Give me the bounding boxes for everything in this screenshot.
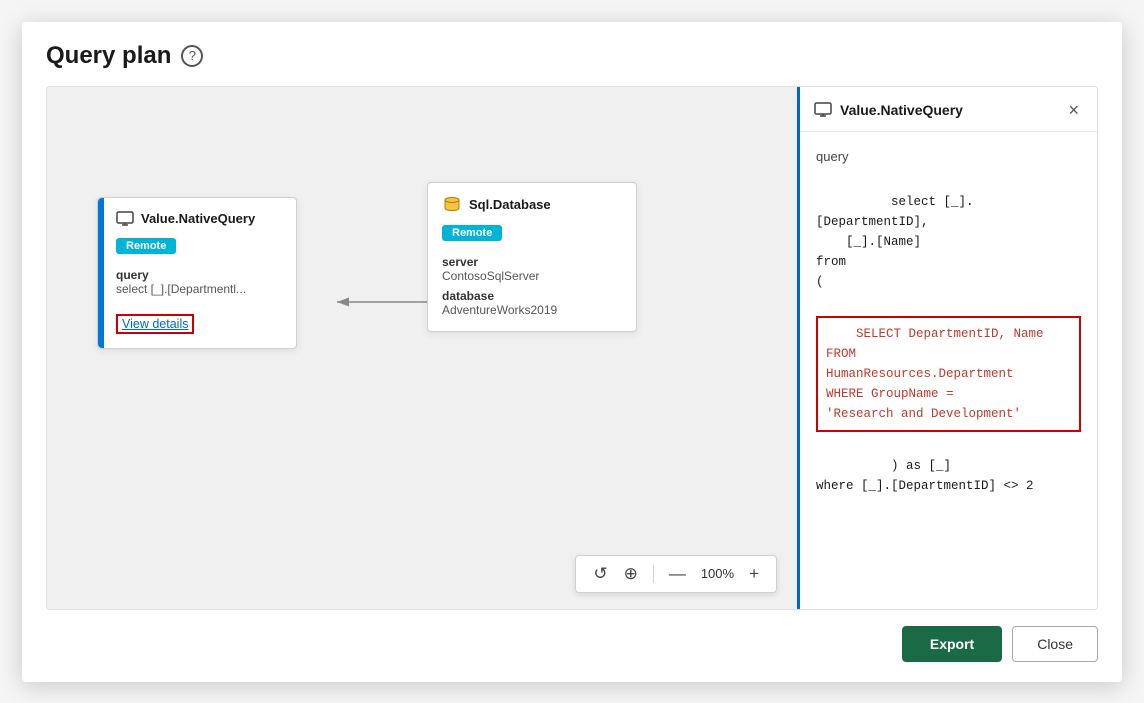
main-area: Value.NativeQuery Remote query select [_… (46, 86, 1098, 610)
move-button[interactable]: ⊕ (619, 562, 643, 586)
db-node-body: Sql.Database Remote server ContosoSqlSer… (428, 183, 636, 331)
page-title: Query plan (46, 42, 171, 70)
database-icon (442, 195, 462, 215)
query-plan-dialog: Query plan ? (22, 22, 1122, 682)
toolbar-divider (653, 565, 654, 583)
zoom-level: 100% (697, 566, 738, 581)
detail-panel-title-row: Value.NativeQuery (814, 101, 963, 119)
native-query-node: Value.NativeQuery Remote query select [_… (97, 197, 297, 349)
node-accent (98, 198, 104, 348)
db-header: Sql.Database (442, 195, 622, 215)
detail-close-button[interactable]: × (1064, 99, 1083, 121)
view-details-link[interactable]: View details (116, 314, 194, 334)
sql-database-node: Sql.Database Remote server ContosoSqlSer… (427, 182, 637, 332)
close-button[interactable]: Close (1012, 626, 1098, 662)
help-icon[interactable]: ? (181, 45, 203, 67)
sql-database-title: Sql.Database (469, 197, 551, 212)
native-query-badge: Remote (116, 238, 176, 254)
native-query-value: select [_].[Departmentl... (116, 282, 284, 296)
server-label: server (442, 255, 622, 269)
detail-panel: Value.NativeQuery × query select [_].[De… (797, 87, 1097, 609)
sql-native-block: SELECT DepartmentID, Name FROM HumanReso… (816, 316, 1081, 432)
detail-content: query select [_].[DepartmentID], [_].[Na… (800, 132, 1097, 609)
dialog-footer: Export Close (46, 626, 1098, 662)
zoom-in-button[interactable]: + (744, 562, 764, 586)
query-line-2: ) as [_] where [_].[DepartmentID] <> 2 (816, 459, 1034, 493)
dialog-header: Query plan ? (46, 42, 1098, 70)
node-card-body: Value.NativeQuery Remote query select [_… (98, 198, 296, 348)
server-value: ContosoSqlServer (442, 269, 622, 283)
canvas-toolbar: ↺ ⊕ — 100% + (575, 555, 777, 593)
database-value: AdventureWorks2019 (442, 303, 622, 317)
query-code-block: select [_].[DepartmentID], [_].[Name] fr… (816, 172, 1081, 516)
native-query-title: Value.NativeQuery (141, 211, 255, 226)
zoom-out-button[interactable]: — (664, 562, 691, 586)
monitor-icon (116, 210, 134, 228)
node-header: Value.NativeQuery (116, 210, 284, 228)
database-label: database (442, 289, 622, 303)
canvas-area: Value.NativeQuery Remote query select [_… (47, 87, 797, 609)
detail-title: Value.NativeQuery (840, 102, 963, 118)
detail-panel-header: Value.NativeQuery × (800, 87, 1097, 132)
native-query-label: query (116, 268, 284, 282)
undo-button[interactable]: ↺ (588, 562, 612, 586)
query-line-1: select [_].[DepartmentID], [_].[Name] fr… (816, 195, 974, 289)
export-button[interactable]: Export (902, 626, 1002, 662)
sql-database-badge: Remote (442, 225, 502, 241)
query-label: query (816, 146, 1081, 168)
detail-monitor-icon (814, 101, 832, 119)
